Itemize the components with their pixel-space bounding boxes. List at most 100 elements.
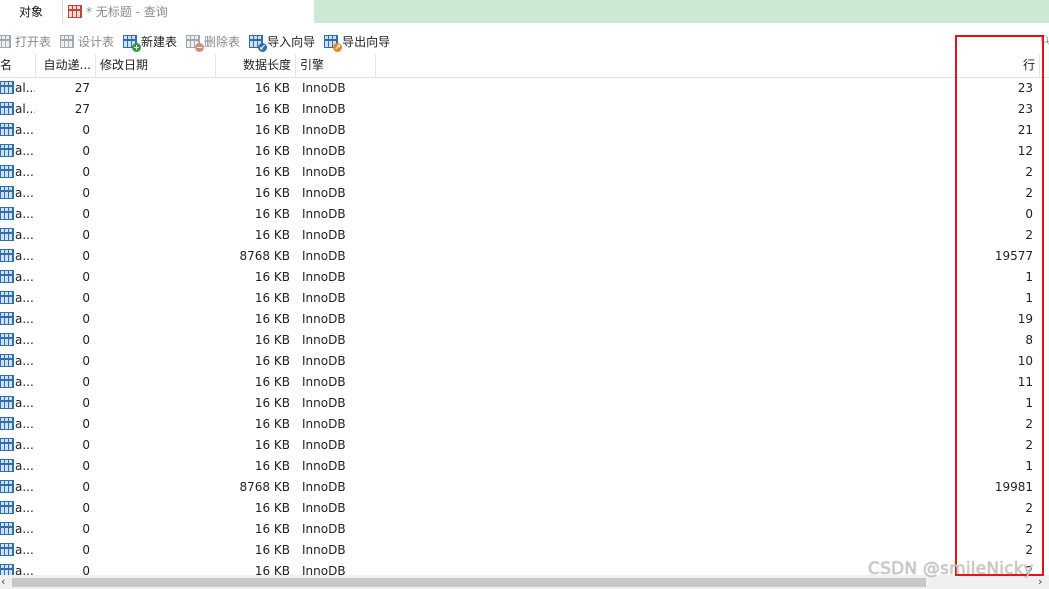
- tab-bar: 对象 * 无标题 - 查询: [0, 0, 1049, 23]
- cell-data-length: 16 KB: [254, 333, 290, 347]
- cell-name: a...: [15, 144, 34, 158]
- cell-name: a...: [15, 501, 34, 515]
- cell-rows: 2: [1025, 186, 1033, 200]
- cell-modified: [97, 120, 212, 141]
- cell-rows: 23: [1017, 102, 1033, 116]
- table-row[interactable]: a... 0 16 KB InnoDB 2: [0, 162, 1049, 183]
- table-row[interactable]: a... 0 16 KB InnoDB 10: [0, 351, 1049, 372]
- table-row[interactable]: a... 0 16 KB InnoDB 12: [0, 141, 1049, 162]
- table-row[interactable]: a... 0 16 KB InnoDB 2: [0, 435, 1049, 456]
- delete-table-label: 删除表: [204, 34, 241, 49]
- table-row[interactable]: a... 0 16 KB InnoDB 11: [0, 372, 1049, 393]
- cell-data-length: 16 KB: [254, 543, 290, 557]
- tab-objects-label: 对象: [18, 5, 43, 19]
- table-row[interactable]: a... 0 16 KB InnoDB 2: [0, 183, 1049, 204]
- cell-data-length: 8768 KB: [239, 480, 290, 494]
- cell-rows: 2: [1025, 165, 1033, 179]
- table-header: 名 自动递... 修改日期 数据长度 引擎 行: [0, 54, 1049, 78]
- table-body: al... 27 16 KB InnoDB 23 al... 27 16 KB InnoDB 23…: [0, 78, 1049, 575]
- table-row[interactable]: al... 27 16 KB InnoDB 23: [0, 78, 1049, 99]
- cell-rows: 10: [1017, 354, 1033, 368]
- delete-table-button[interactable]: − 删除表: [186, 33, 241, 52]
- cell-modified: [97, 351, 212, 372]
- column-header-data-length[interactable]: 数据长度: [216, 54, 296, 77]
- tab-query[interactable]: * 无标题 - 查询: [62, 0, 314, 23]
- cell-engine: InnoDB: [302, 291, 346, 305]
- cell-engine: InnoDB: [302, 522, 346, 536]
- cell-name: a...: [15, 165, 34, 179]
- column-header-name[interactable]: 名: [0, 54, 36, 77]
- cell-modified: [97, 78, 212, 99]
- table-row[interactable]: a... 0 16 KB InnoDB 1: [0, 288, 1049, 309]
- table-row[interactable]: a... 0 8768 KB InnoDB 19577: [0, 246, 1049, 267]
- table-row[interactable]: a... 0 16 KB InnoDB 8: [0, 330, 1049, 351]
- cell-auto-increment: 0: [82, 396, 90, 410]
- table-row[interactable]: a... 0 16 KB InnoDB 2: [0, 519, 1049, 540]
- column-header-auto-increment[interactable]: 自动递...: [36, 54, 96, 77]
- cell-data-length: 16 KB: [254, 291, 290, 305]
- cell-data-length: 16 KB: [254, 207, 290, 221]
- cell-engine: InnoDB: [302, 354, 346, 368]
- cell-rows: 21: [1017, 123, 1033, 137]
- table-icon: [0, 417, 14, 432]
- cell-engine: InnoDB: [302, 312, 346, 326]
- table-row[interactable]: a... 0 16 KB InnoDB 2: [0, 414, 1049, 435]
- scroll-left-icon[interactable]: ‹: [1, 575, 5, 589]
- tab-objects[interactable]: 对象: [0, 0, 62, 23]
- cell-rows: 2: [1025, 543, 1033, 557]
- table-row[interactable]: a... 0 16 KB InnoDB 19: [0, 309, 1049, 330]
- cell-modified: [97, 330, 212, 351]
- cell-auto-increment: 0: [82, 543, 90, 557]
- new-table-button[interactable]: + 新建表: [123, 33, 177, 52]
- cell-data-length: 16 KB: [254, 564, 290, 575]
- export-wizard-button[interactable]: ↗ 导出向导: [324, 33, 390, 52]
- cell-data-length: 16 KB: [254, 417, 290, 431]
- cell-modified: [97, 477, 212, 498]
- cell-rows: 1: [1025, 291, 1033, 305]
- table-row[interactable]: a... 0 16 KB InnoDB 2: [0, 540, 1049, 561]
- cell-modified: [97, 99, 212, 120]
- cell-name: a...: [15, 564, 34, 575]
- cell-data-length: 8768 KB: [239, 249, 290, 263]
- cell-auto-increment: 0: [82, 522, 90, 536]
- cell-name: a...: [15, 249, 34, 263]
- column-header-modified[interactable]: 修改日期: [96, 54, 216, 77]
- cell-modified: [97, 183, 212, 204]
- cell-name: a...: [15, 543, 34, 557]
- column-header-engine[interactable]: 引擎: [296, 54, 376, 77]
- import-wizard-label: 导入向导: [267, 34, 316, 49]
- cell-engine: InnoDB: [302, 249, 346, 263]
- cell-rows: 8: [1025, 333, 1033, 347]
- table-icon: [0, 249, 14, 264]
- table-row[interactable]: a... 0 16 KB InnoDB 2: [0, 498, 1049, 519]
- table-icon: [0, 81, 14, 96]
- table-row[interactable]: a... 0 16 KB InnoDB 1: [0, 393, 1049, 414]
- scroll-right-icon[interactable]: ›: [1038, 575, 1042, 589]
- cell-auto-increment: 0: [82, 438, 90, 452]
- table-row[interactable]: a... 0 16 KB InnoDB 1: [0, 267, 1049, 288]
- table-icon: [0, 123, 14, 138]
- cell-rows: 2: [1025, 501, 1033, 515]
- query-grid-icon: [68, 4, 83, 19]
- search-icon[interactable]: 🔍︎: [1040, 36, 1049, 47]
- table-icon: [0, 291, 14, 306]
- table-row[interactable]: a... 0 8768 KB InnoDB 19981: [0, 477, 1049, 498]
- table-row[interactable]: a... 0 16 KB InnoDB 0: [0, 204, 1049, 225]
- cell-rows: 1: [1025, 396, 1033, 410]
- design-table-button[interactable]: 设计表: [60, 33, 114, 50]
- cell-modified: [97, 225, 212, 246]
- scrollbar-thumb[interactable]: [12, 578, 926, 587]
- cell-engine: InnoDB: [302, 375, 346, 389]
- cell-auto-increment: 0: [82, 123, 90, 137]
- import-wizard-button[interactable]: ↙ 导入向导: [249, 33, 316, 52]
- cell-auto-increment: 0: [82, 459, 90, 473]
- column-header-rows[interactable]: 行: [376, 54, 1040, 77]
- table-row[interactable]: a... 0 16 KB InnoDB 2: [0, 225, 1049, 246]
- open-table-button[interactable]: 打开表: [0, 33, 51, 50]
- cell-engine: InnoDB: [302, 459, 346, 473]
- cell-name: a...: [15, 333, 34, 347]
- cell-modified: [97, 372, 212, 393]
- table-row[interactable]: a... 0 16 KB InnoDB 1: [0, 456, 1049, 477]
- table-row[interactable]: a... 0 16 KB InnoDB 21: [0, 120, 1049, 141]
- table-row[interactable]: al... 27 16 KB InnoDB 23: [0, 99, 1049, 120]
